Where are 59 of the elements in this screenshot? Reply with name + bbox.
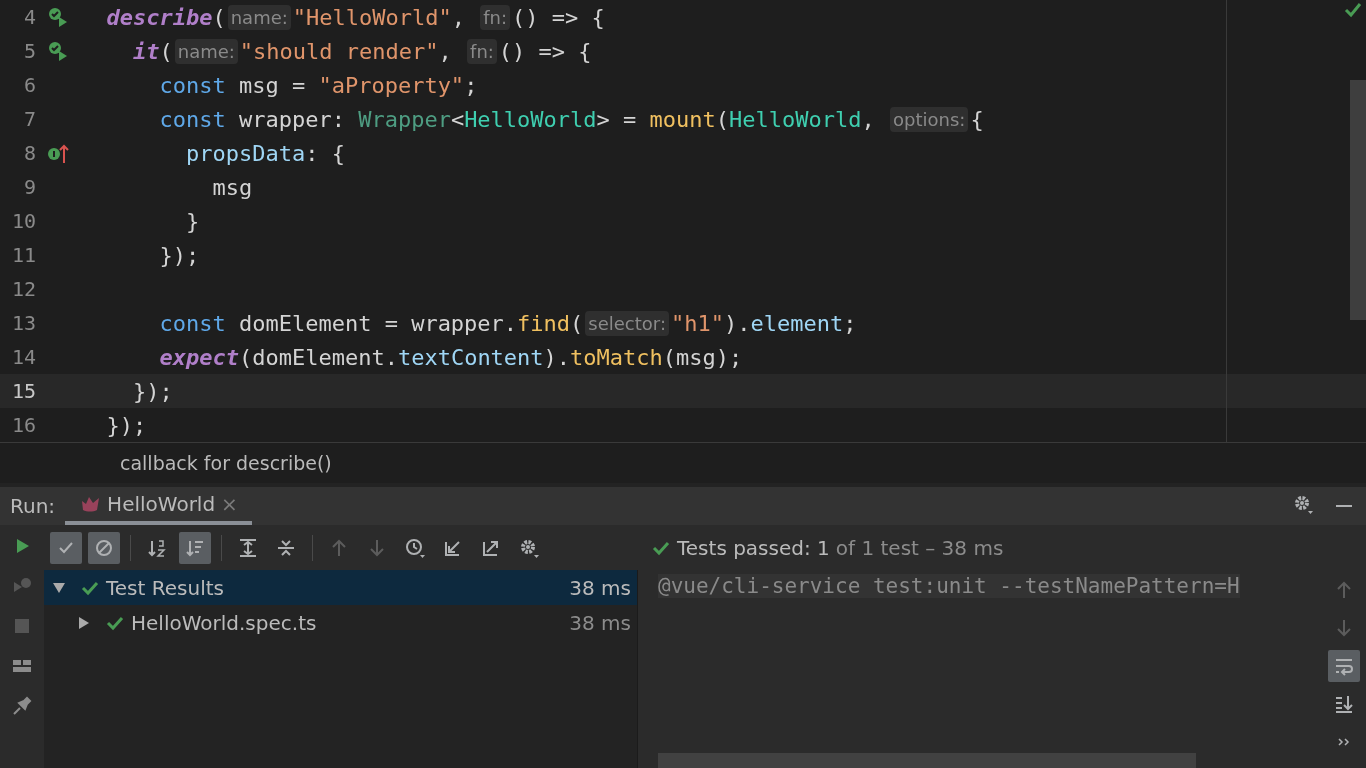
line-number: 4 bbox=[22, 5, 36, 29]
line-number: 7 bbox=[22, 107, 36, 131]
parameter-hint: fn: bbox=[467, 38, 497, 64]
tests-passed-status: Tests passed: 1 bbox=[677, 535, 830, 560]
code-text: expect(domElement.textContent).toMatch(msg); bbox=[158, 344, 743, 370]
check-icon bbox=[1344, 2, 1362, 18]
line-number: 12 bbox=[10, 277, 36, 301]
parameter-hint: selector: bbox=[585, 310, 669, 336]
line-number: 16 bbox=[10, 413, 36, 437]
tree-row[interactable]: Test Results 38 ms bbox=[44, 570, 637, 605]
collapse-arrow-icon[interactable] bbox=[77, 615, 91, 630]
show-passed-button[interactable] bbox=[50, 531, 82, 564]
clock-icon bbox=[404, 536, 426, 559]
parameter-hint: fn: bbox=[480, 4, 511, 30]
code-text: propsData: { bbox=[184, 140, 345, 166]
scroll-to-end-icon bbox=[1333, 693, 1355, 715]
code-text: } bbox=[184, 208, 200, 234]
panel-label: Run: bbox=[9, 494, 57, 518]
soft-wrap-button[interactable] bbox=[1328, 650, 1360, 682]
line-number: 5 bbox=[22, 39, 36, 63]
scrollbar-thumb[interactable] bbox=[1350, 80, 1366, 320]
test-count-duration: of 1 test – 38 ms bbox=[835, 535, 1004, 560]
code-text: }); bbox=[131, 378, 173, 404]
line-number: 6 bbox=[22, 73, 36, 97]
code-text: }); bbox=[105, 412, 147, 438]
run-test-icon[interactable] bbox=[47, 6, 69, 28]
code-text: () => { bbox=[498, 38, 592, 64]
show-ignored-button[interactable] bbox=[88, 531, 120, 564]
code-text: "HelloWorld", bbox=[292, 4, 467, 30]
code-text: }); bbox=[158, 242, 200, 268]
parameter-hint: options: bbox=[890, 106, 969, 132]
line-number: 13 bbox=[10, 311, 36, 335]
sort-duration-button[interactable] bbox=[179, 531, 211, 564]
code-text: { bbox=[970, 106, 984, 132]
breadcrumb[interactable]: callback for describe() bbox=[120, 452, 332, 474]
tree-row[interactable]: HelloWorld.spec.ts 38 ms bbox=[44, 605, 637, 640]
line-number: 11 bbox=[10, 243, 36, 267]
code-text: const wrapper: Wrapper<HelloWorld> = mount(HelloWorld, bbox=[158, 106, 876, 132]
line-number: 10 bbox=[10, 209, 36, 233]
run-test-icon[interactable] bbox=[47, 40, 69, 62]
code-text: it( bbox=[131, 38, 173, 64]
gear-icon bbox=[1292, 493, 1314, 515]
code-text: msg bbox=[211, 174, 253, 200]
pin-icon bbox=[11, 695, 33, 717]
expand-all-icon bbox=[237, 536, 259, 559]
code-text: () => { bbox=[512, 4, 605, 30]
code-text: const msg = "aProperty"; bbox=[158, 72, 478, 98]
line-number: 15 bbox=[10, 379, 36, 403]
parameter-hint: name: bbox=[174, 38, 238, 64]
implements-icon[interactable] bbox=[47, 142, 69, 164]
line-number: 9 bbox=[22, 175, 36, 199]
code-text: const domElement = wrapper.find( bbox=[158, 310, 584, 336]
parameter-hint: name: bbox=[227, 4, 291, 30]
code-text: "should render", bbox=[239, 38, 453, 64]
expand-arrow-icon[interactable] bbox=[52, 580, 66, 595]
code-text: "h1").element; bbox=[671, 310, 857, 336]
code-text: describe( bbox=[105, 4, 226, 30]
line-number: 8 bbox=[22, 141, 36, 165]
line-number: 14 bbox=[10, 345, 36, 369]
